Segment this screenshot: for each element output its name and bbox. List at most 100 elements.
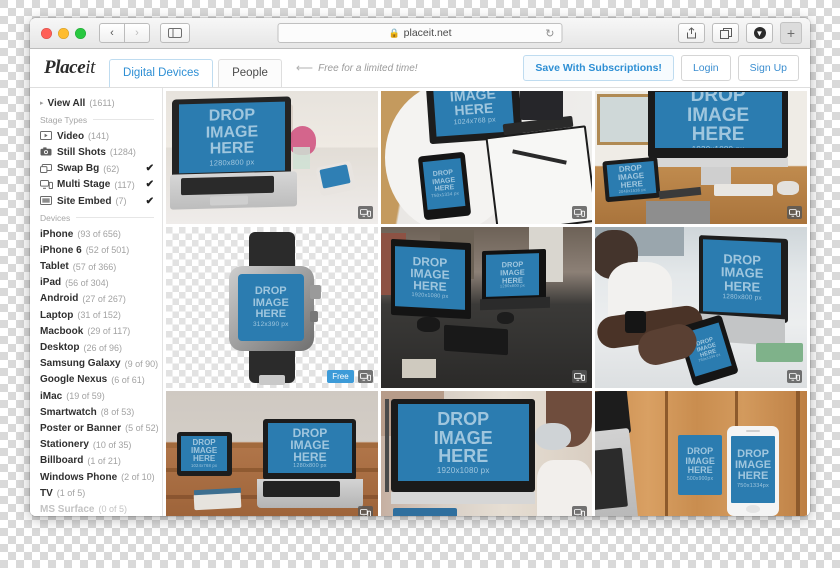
sidebar-item-view-all[interactable]: ▸ View All (1611) <box>30 95 162 111</box>
sidebar-item-count: (2 of 10) <box>121 472 155 483</box>
sidebar-item-count: (93 of 656) <box>77 229 121 240</box>
sidebar-item-count: (8 of 53) <box>100 407 135 418</box>
section-title: Stage Types <box>40 114 88 125</box>
caret-right-icon: ▸ <box>40 100 44 108</box>
sidebar-item-label: Android <box>40 293 79 305</box>
sidebar-item-ipad[interactable]: iPad (56 of 304) <box>30 275 162 291</box>
new-tab-button[interactable]: + <box>780 22 802 44</box>
logo-bold-text: Place <box>44 57 86 78</box>
screen-dimension: 1024x768 px <box>452 116 496 127</box>
sidebar-item-desktop[interactable]: Desktop (26 of 96) <box>30 339 162 355</box>
screen-dimension: 1280x800 px <box>209 157 255 168</box>
signup-button[interactable]: Sign Up <box>737 55 799 81</box>
left-arrow-icon: ⟵ <box>295 61 314 75</box>
sidebar-item-label: Poster or Banner <box>40 422 122 434</box>
sidebar-item-ms-surface[interactable]: MS Surface (0 of 5) <box>30 501 162 516</box>
tab-people[interactable]: People <box>218 59 282 87</box>
drop-text-line1: DROP <box>437 409 490 430</box>
section-header-devices: Devices <box>30 209 162 226</box>
login-button[interactable]: Login <box>680 55 731 81</box>
multi-stage-icon <box>572 506 588 516</box>
sidebar-item-label: Video <box>57 130 85 142</box>
sidebar-item-count: (9 of 90) <box>124 358 159 369</box>
drop-text-line1: DROP <box>292 425 328 440</box>
mockup-tile-tablet-phone-clipboard-desk[interactable]: DROP IMAGE HERE 1024x768 px DROP IMAGE H… <box>380 91 593 224</box>
sidebar-item-windows-phone[interactable]: Windows Phone (2 of 10) <box>30 469 162 485</box>
mockup-tile-macbook-flowers-desk[interactable]: DROP IMAGE HERE 1280x800 px <box>166 91 378 224</box>
mockup-tile-imac-woman-headphones[interactable]: DROP IMAGE HERE 1920x1080 px <box>380 391 593 516</box>
sidebar-item-count: (1611) <box>89 98 115 109</box>
address-bar[interactable]: 🔒 placeit.net ↻ <box>277 23 563 43</box>
sidebar-item-tablet[interactable]: Tablet (57 of 366) <box>30 259 162 275</box>
drop-text-line3: HERE <box>413 278 448 294</box>
sidebar-item-count: (19 of 59) <box>66 391 105 402</box>
reload-icon[interactable]: ↻ <box>545 27 554 40</box>
mockup-tile-apple-watch-transparent[interactable]: DROP IMAGE HERE 312x390 px Free <box>166 227 378 388</box>
screen-dimension: 1024x768 px <box>191 462 218 468</box>
maximize-window-button[interactable] <box>75 27 86 39</box>
drop-text-line3: HERE <box>438 445 489 466</box>
sidebar-item-count: (31 of 152) <box>77 310 121 321</box>
mockup-tile-card-phone-wood-planks[interactable]: DROP IMAGE HERE 500x900px DROP IMAGE HER… <box>595 391 807 516</box>
sidebar-item-count: (1 of 21) <box>87 455 121 466</box>
sidebar-item-count: (29 of 117) <box>87 326 131 337</box>
site-embed-icon <box>40 196 52 206</box>
sidebar-item-tv[interactable]: TV (1 of 5) <box>30 485 162 501</box>
mockup-tile-monitor-laptop-glass-desk[interactable]: DROP IMAGE HERE 1920x1080 px DROP IMAGE … <box>380 227 593 388</box>
section-header-stage-types: Stage Types <box>30 111 162 128</box>
mockup-tile-imac-tablet-wood-desk[interactable]: DROP IMAGE HERE 1920x1080 px DROP IMAGE … <box>595 91 807 224</box>
sidebar-icon[interactable] <box>160 23 190 43</box>
sidebar-item-count: (27 of 267) <box>82 293 126 304</box>
minimize-window-button[interactable] <box>58 27 69 39</box>
sidebar-item-still-shots[interactable]: Still Shots (1284) <box>30 144 162 160</box>
sidebar-item-samsung-galaxy[interactable]: Samsung Galaxy (9 of 90) <box>30 356 162 372</box>
drop-text-line3: HERE <box>293 449 327 464</box>
checkmark-icon: ✔ <box>145 179 154 191</box>
sidebar-item-video[interactable]: Video (141) <box>30 128 162 144</box>
screen-dimension: 1920x1080 px <box>436 466 490 476</box>
sidebar-item-stationery[interactable]: Stationery (10 of 35) <box>30 437 162 453</box>
sidebar-item-iphone[interactable]: iPhone (93 of 656) <box>30 226 162 242</box>
sidebar-item-label: TV <box>40 487 53 499</box>
placeit-logo[interactable]: Placeit <box>44 57 95 79</box>
multi-stage-icon <box>357 206 373 219</box>
device-filter-list: iPhone (93 of 656) iPhone 6 (52 of 501) Tabl… <box>30 226 162 516</box>
share-icon[interactable] <box>678 23 705 43</box>
multi-stage-icon <box>787 370 802 383</box>
back-icon[interactable]: ‹ <box>99 23 125 43</box>
save-with-subscriptions-button[interactable]: Save With Subscriptions! <box>523 55 674 81</box>
logo-thin-text: it <box>85 57 96 78</box>
sidebar-item-label: Smartwatch <box>40 406 97 418</box>
sidebar-item-android[interactable]: Android (27 of 267) <box>30 291 162 307</box>
drop-text-line1: DROP <box>208 106 255 125</box>
sidebar-item-iphone-6[interactable]: iPhone 6 (52 of 501) <box>30 242 162 258</box>
sidebar-item-label: Site Embed <box>57 195 112 207</box>
header-actions: Save With Subscriptions! Login Sign Up <box>523 55 799 81</box>
mockup-grid: DROP IMAGE HERE 1280x800 px IMAGE HERE 1… <box>163 88 810 516</box>
sidebar-item-macbook[interactable]: Macbook (29 of 117) <box>30 323 162 339</box>
tab-digital-devices[interactable]: Digital Devices <box>109 59 214 87</box>
sidebar-item-google-nexus[interactable]: Google Nexus (6 of 61) <box>30 372 162 388</box>
sidebar-item-poster-or-banner[interactable]: Poster or Banner (5 of 52) <box>30 420 162 436</box>
sidebar-item-multi-stage[interactable]: Multi Stage (117) ✔ <box>30 177 162 193</box>
screen-dimension: 1280x800 px <box>722 293 763 303</box>
sidebar-item-swap-bg[interactable]: Swap Bg (62) ✔ <box>30 161 162 177</box>
drop-text-line3: HERE <box>724 278 761 295</box>
sidebar-item-count: (1284) <box>109 147 136 158</box>
screen-dimension: 1920x1080 px <box>692 146 745 149</box>
sidebar-item-label: View All <box>47 97 86 109</box>
mockup-tile-man-laptop-phone-table[interactable]: DROP IMAGE HERE 1280x800 px DROP IMAGE H… <box>595 227 807 388</box>
sidebar-item-count: (62) <box>103 163 120 174</box>
close-window-button[interactable] <box>41 27 52 39</box>
tabs-icon[interactable] <box>712 23 739 43</box>
sidebar-item-laptop[interactable]: Laptop (31 of 152) <box>30 307 162 323</box>
sidebar-item-count: (117) <box>114 179 135 190</box>
sidebar-item-smartwatch[interactable]: Smartwatch (8 of 53) <box>30 404 162 420</box>
forward-icon[interactable]: › <box>124 23 150 43</box>
download-icon[interactable]: ▼ <box>746 23 773 43</box>
sidebar-item-imac[interactable]: iMac (19 of 59) <box>30 388 162 404</box>
sidebar-item-site-embed[interactable]: Site Embed (7) ✔ <box>30 193 162 209</box>
mockup-tile-tablet-laptop-wood-table[interactable]: DROP IMAGE HERE 1024x768 px DROP IMAGE H… <box>166 391 378 516</box>
sidebar-item-billboard[interactable]: Billboard (1 of 21) <box>30 453 162 469</box>
sidebar-item-count: (0 of 5) <box>98 504 127 515</box>
